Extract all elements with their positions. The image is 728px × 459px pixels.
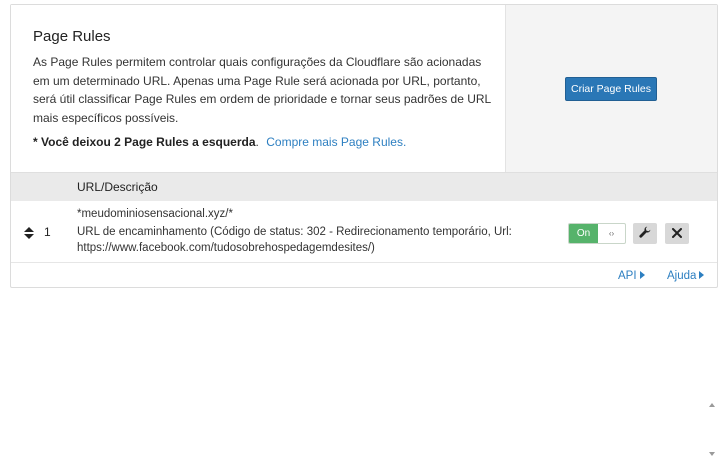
remaining-rules-note: * Você deixou 2 Page Rules a esquerda. C… bbox=[33, 135, 406, 149]
rule-priority: 1 bbox=[44, 225, 51, 239]
api-link-label: API bbox=[618, 270, 637, 282]
wrench-icon bbox=[639, 225, 651, 243]
rule-description: URL de encaminhamento (Código de status:… bbox=[77, 226, 512, 238]
caret-right-icon bbox=[639, 271, 645, 279]
toggle-on-label: On bbox=[569, 224, 598, 243]
api-link[interactable]: API bbox=[618, 270, 645, 282]
delete-rule-button[interactable] bbox=[665, 223, 689, 244]
scroll-down-icon[interactable] bbox=[709, 452, 715, 456]
caret-right-icon bbox=[699, 271, 705, 279]
rule-description-continued: https://www.facebook.com/tudosobrehosped… bbox=[77, 242, 375, 254]
page-description: As Page Rules permitem controlar quais c… bbox=[33, 55, 491, 125]
help-link-label: Ajuda bbox=[667, 270, 697, 282]
page-rules-overview: Page Rules As Page Rules permitem contro… bbox=[11, 5, 717, 172]
remaining-rules-text: * Você deixou 2 Page Rules a esquerda bbox=[33, 135, 256, 149]
scroll-up-icon[interactable] bbox=[709, 403, 715, 407]
toggle-knob: ‹› bbox=[608, 229, 615, 238]
url-description-column-header: URL/Descrição bbox=[77, 180, 158, 194]
table-header: URL/Descrição bbox=[11, 172, 717, 201]
page-rules-card: Page Rules As Page Rules permitem contro… bbox=[10, 4, 718, 456]
create-page-rule-button[interactable]: Criar Page Rules bbox=[565, 77, 657, 101]
remaining-rules-period: . bbox=[255, 135, 259, 149]
help-link[interactable]: Ajuda bbox=[667, 270, 705, 282]
rules-scrollbar[interactable] bbox=[707, 397, 717, 459]
card-footer: API Ajuda bbox=[11, 263, 717, 287]
table-row: 1 *meudominiosensacional.xyz/* URL de en… bbox=[11, 201, 717, 456]
close-icon bbox=[672, 225, 682, 243]
edit-rule-button[interactable] bbox=[633, 223, 657, 244]
buy-more-rules-link[interactable]: Compre mais Page Rules. bbox=[266, 135, 406, 149]
drag-handle-icon[interactable] bbox=[24, 226, 34, 239]
create-panel: Criar Page Rules bbox=[505, 5, 717, 172]
page-title: Page Rules bbox=[33, 28, 111, 45]
rule-url: *meudominiosensacional.xyz/* bbox=[77, 208, 233, 220]
intro-panel: Page Rules As Page Rules permitem contro… bbox=[11, 5, 505, 172]
rule-enabled-toggle[interactable]: On ‹› bbox=[568, 223, 626, 244]
